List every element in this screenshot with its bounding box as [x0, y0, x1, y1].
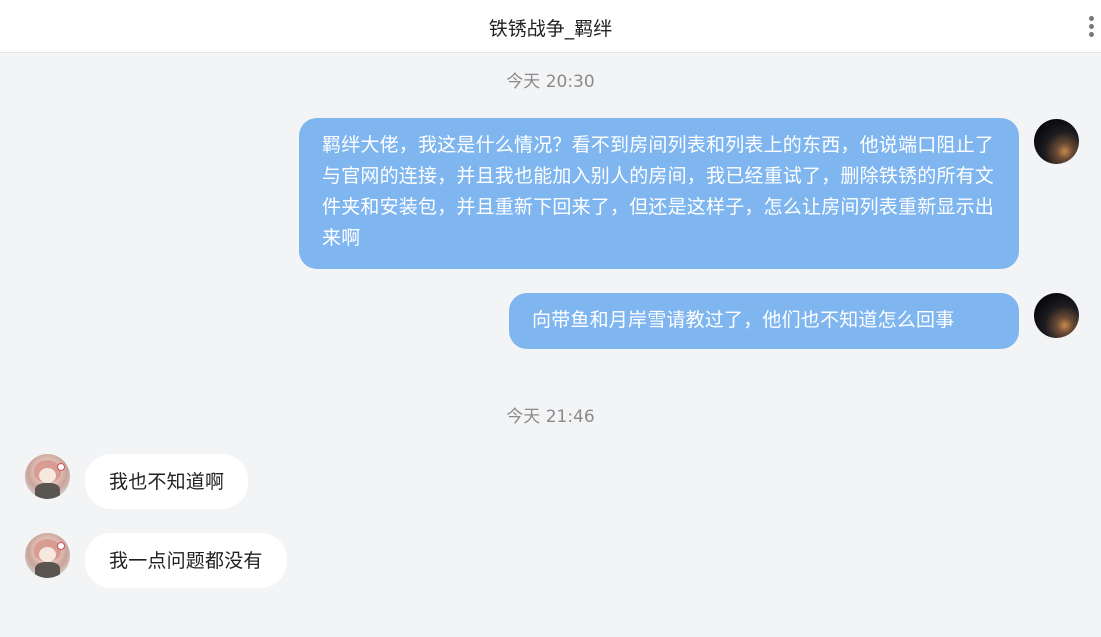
message-timestamp: 今天 20:30 [506, 72, 595, 92]
self-avatar[interactable] [1034, 119, 1079, 164]
outgoing-message-bubble[interactable]: 向带鱼和月岸雪请教过了，他们也不知道怎么回事 [509, 293, 1019, 349]
chat-title: 铁锈战争_羁绊 [488, 18, 613, 40]
contact-avatar[interactable] [25, 533, 70, 578]
incoming-message-bubble[interactable]: 我一点问题都没有 [85, 533, 287, 588]
incoming-message-bubble[interactable]: 我也不知道啊 [85, 454, 249, 509]
more-options-icon[interactable] [1083, 14, 1101, 40]
message-timestamp: 今天 21:46 [506, 407, 595, 427]
chat-header: 铁锈战争_羁绊 [0, 0, 1101, 53]
self-avatar[interactable] [1034, 293, 1079, 338]
outgoing-message-bubble[interactable]: 羁绊大佬，我这是什么情况？看不到房间列表和列表上的东西，他说端口阻止了与官网的连… [299, 118, 1019, 269]
contact-avatar[interactable] [25, 454, 70, 499]
